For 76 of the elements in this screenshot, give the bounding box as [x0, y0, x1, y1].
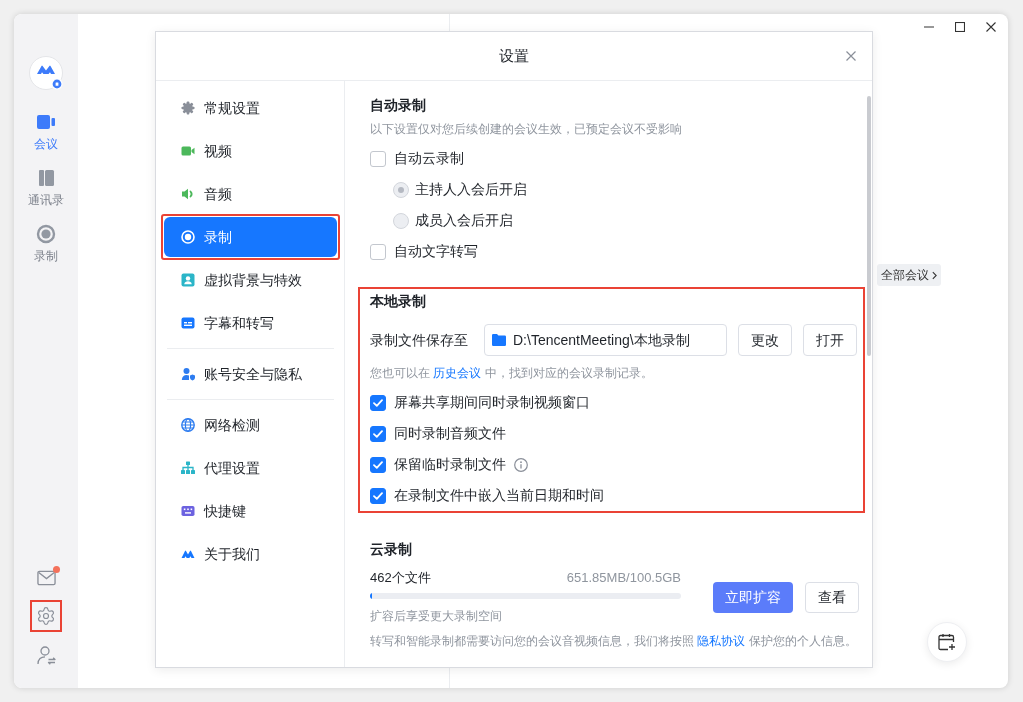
secondary-button[interactable]: 更改 [738, 324, 792, 356]
section-note: 以下设置仅对您后续创建的会议生效，已预定会议不受影响 [370, 121, 683, 138]
settings-nav-item[interactable]: 关于我们 [164, 534, 337, 574]
globe-icon [181, 418, 195, 432]
maximize-icon[interactable] [955, 22, 965, 32]
check-icon [373, 398, 383, 407]
expand-note: 扩容后享受更大录制空间 [370, 608, 503, 625]
checkbox[interactable] [370, 456, 386, 473]
secondary-button[interactable]: 查看 [805, 581, 859, 613]
caption-icon [181, 316, 195, 330]
settings-nav-item[interactable]: 快捷键 [164, 491, 337, 531]
check-icon [373, 491, 383, 500]
person-card-icon [181, 273, 195, 287]
sidebar-nav-item[interactable]: 录制 [34, 224, 58, 265]
video-camera-icon [181, 144, 195, 158]
user-shield-icon [181, 367, 195, 381]
section-title: 本地录制 [370, 292, 427, 311]
add-meeting-button[interactable] [927, 622, 967, 662]
section-title: 云录制 [370, 540, 413, 559]
settings-nav-item[interactable]: 录制 [164, 217, 337, 257]
check-icon [373, 429, 383, 438]
record-icon [181, 230, 195, 244]
sidebar-nav-item[interactable]: 会议 [34, 112, 58, 153]
video-camera-icon [36, 112, 56, 132]
settings-nav-item[interactable]: 常规设置 [164, 88, 337, 128]
check-icon [373, 460, 383, 469]
dialog-title: 设置 [498, 45, 530, 66]
sidebar-nav-item[interactable]: 通讯录 [28, 168, 64, 209]
chevron-right-icon [932, 270, 937, 280]
app-logo-icon[interactable] [29, 56, 63, 90]
gear-icon [181, 101, 195, 115]
checkbox[interactable] [370, 243, 386, 260]
settings-nav-item[interactable]: 虚拟背景与特效 [164, 260, 337, 300]
checkbox[interactable] [370, 150, 386, 167]
privacy-policy-link[interactable]: 隐私协议 [697, 634, 746, 648]
checkbox-label: 自动文字转写 [394, 242, 478, 261]
secondary-button[interactable]: 打开 [803, 324, 857, 356]
info-icon[interactable] [514, 457, 528, 472]
settings-nav-item[interactable]: 网络检测 [164, 405, 337, 445]
checkbox[interactable] [370, 487, 386, 504]
scrollbar-thumb[interactable] [866, 96, 871, 356]
record-icon [36, 224, 56, 244]
save-path-label: 录制文件保存至 [370, 330, 469, 350]
storage-usage: 651.85MB/100.5GB [566, 569, 681, 588]
settings-nav-item[interactable]: 代理设置 [164, 448, 337, 488]
checkbox[interactable] [370, 394, 386, 411]
checkbox-label: 同时录制音频文件 [394, 424, 506, 443]
keyboard-icon [181, 504, 195, 518]
privacy-text: 转写和智能录制都需要访问您的会议音视频信息，我们将按照 隐私协议 保护您的个人信息。 [370, 633, 858, 650]
checkbox-label: 自动云录制 [394, 149, 464, 168]
close-icon[interactable] [986, 22, 996, 32]
book-icon [36, 168, 56, 188]
settings-nav-item[interactable]: 账号安全与隐私 [164, 354, 337, 394]
radio-label: 主持人入会后开启 [415, 180, 527, 199]
settings-icon[interactable] [36, 606, 56, 626]
save-path-field[interactable]: D:\TencentMeeting\本地录制 [484, 324, 727, 356]
settings-nav-item[interactable]: 视频 [164, 131, 337, 171]
settings-nav-item[interactable]: 字幕和转写 [164, 303, 337, 343]
folder-icon [492, 334, 506, 346]
all-meetings-button[interactable]: 全部会议 [877, 264, 941, 286]
checkbox-label: 保留临时录制文件 [394, 455, 506, 474]
user-switch-icon[interactable] [36, 646, 56, 665]
section-title: 自动录制 [370, 96, 427, 115]
history-meetings-link[interactable]: 历史会议 [433, 366, 482, 380]
calendar-plus-icon [938, 633, 956, 651]
checkbox-label: 屏幕共享期间同时录制视频窗口 [394, 393, 590, 412]
primary-button[interactable]: 立即扩容 [713, 581, 793, 613]
checkbox-label: 在录制文件中嵌入当前日期和时间 [394, 486, 604, 505]
checkbox[interactable] [370, 425, 386, 442]
hierarchy-icon [181, 461, 195, 475]
mail-icon[interactable] [36, 570, 56, 586]
settings-nav-item[interactable]: 音频 [164, 174, 337, 214]
radio-label: 成员入会后开启 [415, 211, 513, 230]
file-count: 462个文件 [370, 569, 431, 588]
speaker-icon [181, 187, 195, 201]
hint-text: 您也可以在 历史会议 中，找到对应的会议录制记录。 [370, 365, 654, 382]
